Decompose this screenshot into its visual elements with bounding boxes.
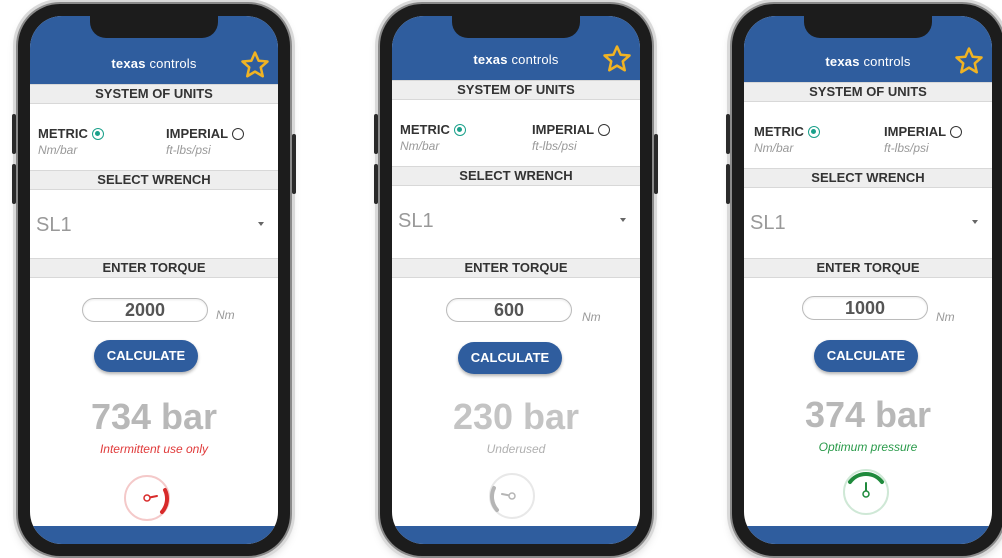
imperial-radio[interactable]	[598, 123, 611, 136]
notch	[90, 16, 218, 38]
torque-section-title: ENTER TORQUE	[30, 258, 278, 278]
metric-sub-label: Nm/bar	[400, 139, 440, 153]
calculate-button[interactable]: CALCULATE	[458, 342, 562, 374]
chevron-down-icon	[620, 218, 626, 222]
torque-input[interactable]: 2000	[82, 298, 208, 322]
metric-option[interactable]: METRIC Nm/bar	[754, 124, 820, 155]
imperial-option[interactable]: IMPERIAL ft-lbs/psi	[532, 122, 611, 153]
phone-mockup-3: texas controls SYSTEM OF UNITS METRIC Nm…	[726, 4, 1002, 556]
notch	[804, 16, 932, 38]
chevron-down-icon	[258, 222, 264, 226]
volume-button	[726, 164, 730, 204]
star-icon[interactable]	[602, 44, 632, 74]
chevron-down-icon	[972, 220, 978, 224]
wrench-select[interactable]: SL1	[744, 190, 992, 250]
volume-button	[12, 114, 16, 154]
imperial-sub-label: ft-lbs/psi	[884, 141, 929, 155]
phone-mockup-1: texas controls SYSTEM OF UNITS METRIC Nm…	[12, 4, 296, 556]
star-icon[interactable]	[240, 50, 270, 80]
wrench-section-title: SELECT WRENCH	[392, 166, 640, 186]
units-section-title: SYSTEM OF UNITS	[392, 80, 640, 100]
torque-unit-label: Nm	[216, 308, 235, 322]
power-button	[654, 134, 658, 194]
star-icon[interactable]	[954, 46, 984, 76]
app-screen: texas controls SYSTEM OF UNITS METRIC Nm…	[392, 16, 640, 544]
torque-input[interactable]: 600	[446, 298, 572, 322]
power-button	[292, 134, 296, 194]
pressure-result: 230 bar	[452, 396, 580, 437]
torque-section-title: ENTER TORQUE	[392, 258, 640, 278]
status-message: Optimum pressure	[818, 440, 918, 454]
imperial-label: IMPERIAL	[532, 122, 595, 137]
volume-button	[374, 114, 378, 154]
metric-radio[interactable]	[453, 123, 466, 136]
metric-sub-label: Nm/bar	[754, 141, 794, 155]
imperial-label: IMPERIAL	[884, 124, 947, 139]
units-section-title: SYSTEM OF UNITS	[30, 84, 278, 104]
status-message: Underused	[486, 442, 546, 456]
wrench-select-value: SL1	[36, 214, 72, 236]
gauge-icon	[489, 473, 535, 519]
pressure-result: 374 bar	[804, 394, 932, 435]
wrench-section-title: SELECT WRENCH	[30, 170, 278, 190]
footer-bar	[30, 526, 278, 544]
metric-radio[interactable]	[807, 125, 820, 138]
app-screen: texas controls SYSTEM OF UNITS METRIC Nm…	[30, 16, 278, 544]
volume-button	[12, 164, 16, 204]
pressure-result: 734 bar	[90, 396, 218, 437]
imperial-option[interactable]: IMPERIAL ft-lbs/psi	[166, 126, 245, 157]
notch	[452, 16, 580, 38]
imperial-sub-label: ft-lbs/psi	[166, 143, 211, 157]
gauge-icon	[124, 475, 170, 521]
metric-radio[interactable]	[91, 127, 104, 140]
wrench-select-value: SL1	[750, 212, 786, 234]
imperial-label: IMPERIAL	[166, 126, 229, 141]
app-screen: texas controls SYSTEM OF UNITS METRIC Nm…	[744, 16, 992, 544]
calculate-button[interactable]: CALCULATE	[94, 340, 198, 372]
imperial-sub-label: ft-lbs/psi	[532, 139, 577, 153]
wrench-select[interactable]: SL1	[392, 188, 640, 248]
status-message: Intermittent use only	[99, 442, 209, 456]
metric-label: METRIC	[754, 124, 804, 139]
wrench-select[interactable]: SL1	[30, 192, 278, 252]
imperial-option[interactable]: IMPERIAL ft-lbs/psi	[884, 124, 963, 155]
torque-unit-label: Nm	[582, 310, 601, 324]
footer-bar	[392, 526, 640, 544]
volume-button	[374, 164, 378, 204]
imperial-radio[interactable]	[232, 127, 245, 140]
units-section-title: SYSTEM OF UNITS	[744, 82, 992, 102]
imperial-radio[interactable]	[950, 125, 963, 138]
metric-option[interactable]: METRIC Nm/bar	[400, 122, 466, 153]
torque-input[interactable]: 1000	[802, 296, 928, 320]
metric-label: METRIC	[400, 122, 450, 137]
metric-option[interactable]: METRIC Nm/bar	[38, 126, 104, 157]
torque-unit-label: Nm	[936, 310, 955, 324]
footer-bar	[744, 526, 992, 544]
calculate-button[interactable]: CALCULATE	[814, 340, 918, 372]
metric-sub-label: Nm/bar	[38, 143, 78, 157]
wrench-section-title: SELECT WRENCH	[744, 168, 992, 188]
phone-mockup-2: texas controls SYSTEM OF UNITS METRIC Nm…	[374, 4, 658, 556]
volume-button	[726, 114, 730, 154]
torque-section-title: ENTER TORQUE	[744, 258, 992, 278]
wrench-select-value: SL1	[398, 210, 434, 232]
metric-label: METRIC	[38, 126, 88, 141]
gauge-icon	[843, 469, 889, 515]
